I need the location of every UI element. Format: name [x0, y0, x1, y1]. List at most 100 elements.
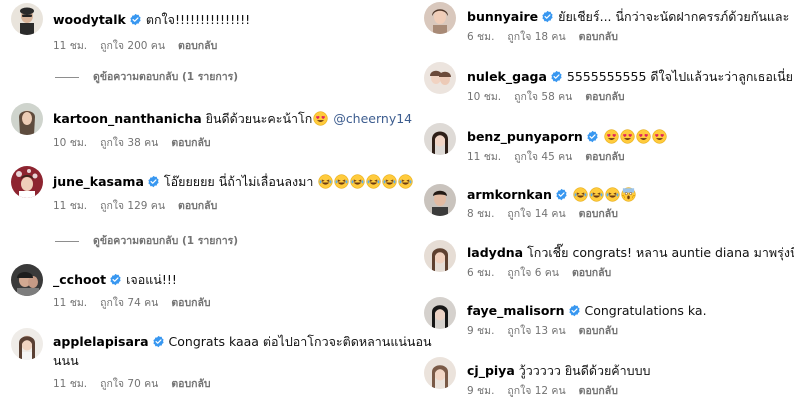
laughing-tears-emoji-icon [573, 187, 588, 202]
comment-username[interactable]: kartoon_nanthanicha [53, 111, 202, 126]
comment-username[interactable]: _cchoot [53, 272, 106, 287]
reply-button[interactable]: ตอบกลับ [572, 267, 611, 279]
view-replies-button[interactable]: ดูข้อความตอบกลับ (1 รายการ) [55, 70, 238, 84]
view-replies-label: ดูข้อความตอบกลับ (1 รายการ) [93, 71, 239, 83]
avatar[interactable] [424, 357, 456, 389]
comment-time: 11 ชม. [467, 151, 502, 163]
avatar[interactable] [11, 166, 43, 198]
comment-text-continued: นนน [53, 353, 79, 368]
avatar[interactable] [11, 264, 43, 296]
comment-username[interactable]: faye_malisorn [467, 303, 565, 318]
laughing-tears-emoji-icon [589, 187, 604, 202]
verified-badge-icon [129, 13, 142, 26]
comment-text: Congrats kaaa ต่อไปอาโกวจะติดหลานแน่นอน [168, 334, 432, 349]
verified-badge-icon [550, 70, 563, 83]
comment-likes[interactable]: ถูกใจ 6 คน [507, 267, 559, 279]
comment-likes[interactable]: ถูกใจ 74 คน [100, 297, 158, 309]
view-replies-button[interactable]: ดูข้อความตอบกลับ (1 รายการ) [55, 234, 238, 248]
reply-button[interactable]: ตอบกลับ [178, 40, 217, 52]
avatar[interactable] [424, 123, 456, 155]
reply-button[interactable]: ตอบกลับ [171, 137, 210, 149]
comment-likes[interactable]: ถูกใจ 200 คน [100, 40, 165, 52]
reply-button[interactable]: ตอบกลับ [171, 297, 210, 309]
comment-username[interactable]: ladydna [467, 245, 523, 260]
comment-likes[interactable]: ถูกใจ 13 คน [507, 325, 565, 337]
comment-text: ยินดีด้วยนะคะน้าโก [205, 111, 313, 126]
comment-username[interactable]: cj_piya [467, 363, 515, 378]
comment-time: 6 ชม. [467, 31, 495, 43]
view-replies-label: ดูข้อความตอบกลับ (1 รายการ) [93, 235, 239, 247]
comment-time: 9 ชม. [467, 325, 495, 337]
comment-text: โอ๊ยยยยย นี่ถ้าไม่เลื่อนลงมา [163, 174, 314, 189]
verified-badge-icon [568, 304, 581, 317]
view-replies-dash [55, 76, 79, 78]
comment-time: 6 ชม. [467, 267, 495, 279]
reply-button[interactable]: ตอบกลับ [579, 385, 618, 397]
comment-text: ยัยเชียร์... นี่กว่าจะนัดฝากครรภ์ด้วยกัน… [558, 9, 794, 24]
comment-likes[interactable]: ถูกใจ 18 คน [507, 31, 565, 43]
avatar[interactable] [424, 240, 456, 272]
comment-time: 11 ชม. [53, 200, 88, 212]
comment-text: Congratulations ka. [584, 303, 707, 318]
avatar[interactable] [424, 297, 456, 329]
verified-badge-icon [109, 273, 122, 286]
avatar[interactable] [424, 62, 456, 94]
view-replies-dash [55, 240, 79, 242]
avatar[interactable] [424, 2, 456, 34]
reply-button[interactable]: ตอบกลับ [579, 208, 618, 220]
verified-badge-icon [147, 175, 160, 188]
comment-text: วู้ววววว ยินดีด้วยค้าบบบ [518, 363, 651, 378]
comment-username[interactable]: nulek_gaga [467, 69, 547, 84]
right-comments-column: bunnyaire ยัยเชียร์... นี่กว่าจะนัดฝากครร… [398, 0, 794, 401]
comment-text: ตกใจ!!!!!!!!!!!!!!! [145, 12, 251, 27]
reply-button[interactable]: ตอบกลับ [585, 91, 624, 103]
comment-likes[interactable]: ถูกใจ 14 คน [507, 208, 565, 220]
comment-text: เจอแน่!!! [126, 272, 177, 287]
comment-time: 10 ชม. [467, 91, 502, 103]
reply-button[interactable]: ตอบกลับ [171, 378, 210, 390]
comment-likes[interactable]: ถูกใจ 129 คน [100, 200, 165, 212]
comment-time: 8 ชม. [467, 208, 495, 220]
left-comments-column: woodytalk ตกใจ!!!!!!!!!!!!!!! 11 ชม. ถูกใจ… [0, 0, 432, 401]
comment-likes[interactable]: ถูกใจ 70 คน [100, 378, 158, 390]
comment-username[interactable]: woodytalk [53, 12, 126, 27]
laughing-tears-emoji-icon [382, 174, 397, 189]
comment-text: 5555555555 ดีใจไปแล้วนะว่าลูกเธอเนี่ยยยย… [566, 69, 794, 84]
heart-eyes-emoji-icon [620, 129, 635, 144]
laughing-tears-emoji-icon [366, 174, 381, 189]
laughing-tears-emoji-icon [334, 174, 349, 189]
screaming-emoji-icon [621, 187, 636, 202]
avatar[interactable] [424, 184, 456, 216]
comment-username[interactable]: armkornkan [467, 187, 552, 202]
heart-eyes-emoji-icon [313, 111, 328, 126]
comment-likes[interactable]: ถูกใจ 45 คน [514, 151, 572, 163]
avatar[interactable] [11, 328, 43, 360]
reply-button[interactable]: ตอบกลับ [579, 325, 618, 337]
avatar[interactable] [11, 3, 43, 35]
laughing-tears-emoji-icon [318, 174, 333, 189]
comment-time: 11 ชม. [53, 40, 88, 52]
comment-username[interactable]: june_kasama [53, 174, 144, 189]
avatar[interactable] [11, 103, 43, 135]
comment-likes[interactable]: ถูกใจ 12 คน [507, 385, 565, 397]
comment-username[interactable]: applelapisara [53, 334, 149, 349]
heart-eyes-emoji-icon [636, 129, 651, 144]
verified-badge-icon [541, 10, 554, 23]
comment-time: 11 ชม. [53, 297, 88, 309]
reply-button[interactable]: ตอบกลับ [585, 151, 624, 163]
comment-likes[interactable]: ถูกใจ 58 คน [514, 91, 572, 103]
heart-eyes-emoji-icon [652, 129, 667, 144]
laughing-tears-emoji-icon [605, 187, 620, 202]
reply-button[interactable]: ตอบกลับ [178, 200, 217, 212]
verified-badge-icon [152, 335, 165, 348]
verified-badge-icon [586, 130, 599, 143]
heart-eyes-emoji-icon [604, 129, 619, 144]
comment-time: 10 ชม. [53, 137, 88, 149]
comment-username[interactable]: benz_punyaporn [467, 129, 583, 144]
reply-button[interactable]: ตอบกลับ [579, 31, 618, 43]
verified-badge-icon [555, 188, 568, 201]
comment-likes[interactable]: ถูกใจ 38 คน [100, 137, 158, 149]
comment-time: 11 ชม. [53, 378, 88, 390]
comment-username[interactable]: bunnyaire [467, 9, 538, 24]
comment-text: โกวเชี๊ย congrats! หลาน auntie diana มาพ… [527, 245, 794, 260]
